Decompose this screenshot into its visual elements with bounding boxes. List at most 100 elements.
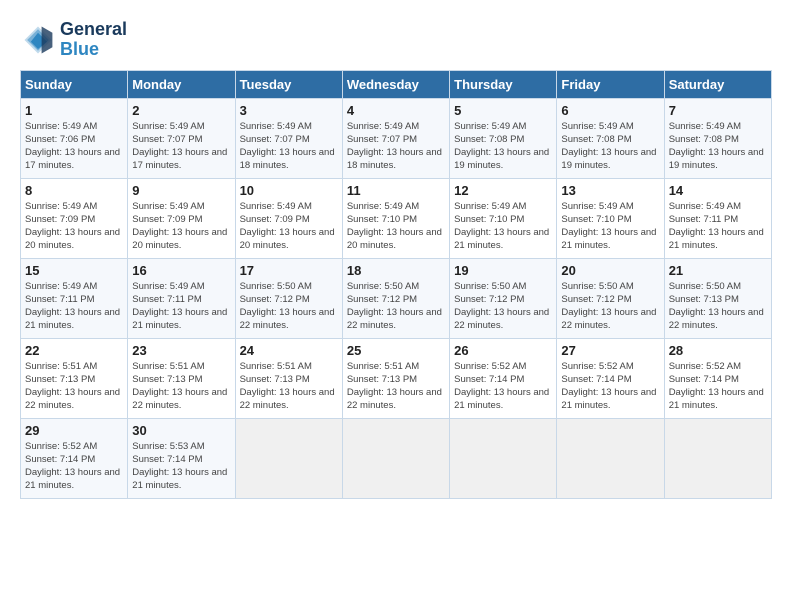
- day-info: Sunrise: 5:52 AM Sunset: 7:14 PM Dayligh…: [25, 440, 123, 493]
- table-cell: 26 Sunrise: 5:52 AM Sunset: 7:14 PM Dayl…: [450, 338, 557, 418]
- page-header: General Blue: [20, 20, 772, 60]
- table-cell: 30 Sunrise: 5:53 AM Sunset: 7:14 PM Dayl…: [128, 418, 235, 498]
- table-cell: 12 Sunrise: 5:49 AM Sunset: 7:10 PM Dayl…: [450, 178, 557, 258]
- day-number: 26: [454, 343, 552, 358]
- header-tuesday: Tuesday: [235, 70, 342, 98]
- day-info: Sunrise: 5:50 AM Sunset: 7:12 PM Dayligh…: [347, 280, 445, 333]
- calendar-row: 22 Sunrise: 5:51 AM Sunset: 7:13 PM Dayl…: [21, 338, 772, 418]
- day-number: 1: [25, 103, 123, 118]
- table-cell: 6 Sunrise: 5:49 AM Sunset: 7:08 PM Dayli…: [557, 98, 664, 178]
- day-number: 20: [561, 263, 659, 278]
- table-cell: [664, 418, 771, 498]
- table-cell: 15 Sunrise: 5:49 AM Sunset: 7:11 PM Dayl…: [21, 258, 128, 338]
- table-cell: 19 Sunrise: 5:50 AM Sunset: 7:12 PM Dayl…: [450, 258, 557, 338]
- day-info: Sunrise: 5:49 AM Sunset: 7:08 PM Dayligh…: [454, 120, 552, 173]
- table-cell: 9 Sunrise: 5:49 AM Sunset: 7:09 PM Dayli…: [128, 178, 235, 258]
- table-cell: 17 Sunrise: 5:50 AM Sunset: 7:12 PM Dayl…: [235, 258, 342, 338]
- table-cell: 16 Sunrise: 5:49 AM Sunset: 7:11 PM Dayl…: [128, 258, 235, 338]
- table-cell: [235, 418, 342, 498]
- day-info: Sunrise: 5:49 AM Sunset: 7:10 PM Dayligh…: [454, 200, 552, 253]
- day-number: 5: [454, 103, 552, 118]
- table-cell: 5 Sunrise: 5:49 AM Sunset: 7:08 PM Dayli…: [450, 98, 557, 178]
- table-cell: 13 Sunrise: 5:49 AM Sunset: 7:10 PM Dayl…: [557, 178, 664, 258]
- day-info: Sunrise: 5:52 AM Sunset: 7:14 PM Dayligh…: [561, 360, 659, 413]
- day-number: 11: [347, 183, 445, 198]
- day-info: Sunrise: 5:49 AM Sunset: 7:10 PM Dayligh…: [347, 200, 445, 253]
- day-info: Sunrise: 5:49 AM Sunset: 7:09 PM Dayligh…: [25, 200, 123, 253]
- day-number: 18: [347, 263, 445, 278]
- header-friday: Friday: [557, 70, 664, 98]
- day-number: 30: [132, 423, 230, 438]
- day-number: 27: [561, 343, 659, 358]
- day-number: 25: [347, 343, 445, 358]
- table-cell: 24 Sunrise: 5:51 AM Sunset: 7:13 PM Dayl…: [235, 338, 342, 418]
- day-number: 4: [347, 103, 445, 118]
- day-number: 2: [132, 103, 230, 118]
- day-info: Sunrise: 5:50 AM Sunset: 7:12 PM Dayligh…: [561, 280, 659, 333]
- table-cell: 8 Sunrise: 5:49 AM Sunset: 7:09 PM Dayli…: [21, 178, 128, 258]
- day-info: Sunrise: 5:51 AM Sunset: 7:13 PM Dayligh…: [347, 360, 445, 413]
- day-number: 17: [240, 263, 338, 278]
- table-cell: 22 Sunrise: 5:51 AM Sunset: 7:13 PM Dayl…: [21, 338, 128, 418]
- day-info: Sunrise: 5:49 AM Sunset: 7:07 PM Dayligh…: [132, 120, 230, 173]
- table-cell: [557, 418, 664, 498]
- table-cell: 21 Sunrise: 5:50 AM Sunset: 7:13 PM Dayl…: [664, 258, 771, 338]
- day-info: Sunrise: 5:50 AM Sunset: 7:13 PM Dayligh…: [669, 280, 767, 333]
- day-info: Sunrise: 5:52 AM Sunset: 7:14 PM Dayligh…: [454, 360, 552, 413]
- day-info: Sunrise: 5:49 AM Sunset: 7:08 PM Dayligh…: [561, 120, 659, 173]
- table-cell: 29 Sunrise: 5:52 AM Sunset: 7:14 PM Dayl…: [21, 418, 128, 498]
- header-thursday: Thursday: [450, 70, 557, 98]
- day-info: Sunrise: 5:49 AM Sunset: 7:09 PM Dayligh…: [132, 200, 230, 253]
- day-info: Sunrise: 5:49 AM Sunset: 7:10 PM Dayligh…: [561, 200, 659, 253]
- day-info: Sunrise: 5:49 AM Sunset: 7:11 PM Dayligh…: [25, 280, 123, 333]
- day-number: 8: [25, 183, 123, 198]
- header-wednesday: Wednesday: [342, 70, 449, 98]
- day-number: 7: [669, 103, 767, 118]
- day-number: 22: [25, 343, 123, 358]
- calendar-table: Sunday Monday Tuesday Wednesday Thursday…: [20, 70, 772, 499]
- table-cell: 2 Sunrise: 5:49 AM Sunset: 7:07 PM Dayli…: [128, 98, 235, 178]
- day-info: Sunrise: 5:52 AM Sunset: 7:14 PM Dayligh…: [669, 360, 767, 413]
- logo: General Blue: [20, 20, 127, 60]
- calendar-row: 15 Sunrise: 5:49 AM Sunset: 7:11 PM Dayl…: [21, 258, 772, 338]
- day-info: Sunrise: 5:49 AM Sunset: 7:07 PM Dayligh…: [347, 120, 445, 173]
- day-info: Sunrise: 5:51 AM Sunset: 7:13 PM Dayligh…: [132, 360, 230, 413]
- day-info: Sunrise: 5:50 AM Sunset: 7:12 PM Dayligh…: [240, 280, 338, 333]
- day-info: Sunrise: 5:49 AM Sunset: 7:11 PM Dayligh…: [132, 280, 230, 333]
- calendar-header-row: Sunday Monday Tuesday Wednesday Thursday…: [21, 70, 772, 98]
- day-number: 23: [132, 343, 230, 358]
- day-number: 6: [561, 103, 659, 118]
- day-info: Sunrise: 5:49 AM Sunset: 7:08 PM Dayligh…: [669, 120, 767, 173]
- day-info: Sunrise: 5:53 AM Sunset: 7:14 PM Dayligh…: [132, 440, 230, 493]
- table-cell: 23 Sunrise: 5:51 AM Sunset: 7:13 PM Dayl…: [128, 338, 235, 418]
- table-cell: 25 Sunrise: 5:51 AM Sunset: 7:13 PM Dayl…: [342, 338, 449, 418]
- day-info: Sunrise: 5:51 AM Sunset: 7:13 PM Dayligh…: [25, 360, 123, 413]
- day-number: 21: [669, 263, 767, 278]
- day-number: 14: [669, 183, 767, 198]
- table-cell: 20 Sunrise: 5:50 AM Sunset: 7:12 PM Dayl…: [557, 258, 664, 338]
- header-sunday: Sunday: [21, 70, 128, 98]
- day-info: Sunrise: 5:50 AM Sunset: 7:12 PM Dayligh…: [454, 280, 552, 333]
- header-saturday: Saturday: [664, 70, 771, 98]
- day-number: 24: [240, 343, 338, 358]
- day-number: 15: [25, 263, 123, 278]
- table-cell: 14 Sunrise: 5:49 AM Sunset: 7:11 PM Dayl…: [664, 178, 771, 258]
- calendar-row: 8 Sunrise: 5:49 AM Sunset: 7:09 PM Dayli…: [21, 178, 772, 258]
- day-info: Sunrise: 5:49 AM Sunset: 7:06 PM Dayligh…: [25, 120, 123, 173]
- day-info: Sunrise: 5:49 AM Sunset: 7:09 PM Dayligh…: [240, 200, 338, 253]
- day-number: 13: [561, 183, 659, 198]
- calendar-row: 1 Sunrise: 5:49 AM Sunset: 7:06 PM Dayli…: [21, 98, 772, 178]
- table-cell: 7 Sunrise: 5:49 AM Sunset: 7:08 PM Dayli…: [664, 98, 771, 178]
- day-number: 19: [454, 263, 552, 278]
- day-info: Sunrise: 5:49 AM Sunset: 7:11 PM Dayligh…: [669, 200, 767, 253]
- day-number: 9: [132, 183, 230, 198]
- table-cell: 18 Sunrise: 5:50 AM Sunset: 7:12 PM Dayl…: [342, 258, 449, 338]
- table-cell: 27 Sunrise: 5:52 AM Sunset: 7:14 PM Dayl…: [557, 338, 664, 418]
- table-cell: 1 Sunrise: 5:49 AM Sunset: 7:06 PM Dayli…: [21, 98, 128, 178]
- day-number: 10: [240, 183, 338, 198]
- day-number: 16: [132, 263, 230, 278]
- table-cell: [450, 418, 557, 498]
- day-info: Sunrise: 5:51 AM Sunset: 7:13 PM Dayligh…: [240, 360, 338, 413]
- calendar-row: 29 Sunrise: 5:52 AM Sunset: 7:14 PM Dayl…: [21, 418, 772, 498]
- table-cell: 11 Sunrise: 5:49 AM Sunset: 7:10 PM Dayl…: [342, 178, 449, 258]
